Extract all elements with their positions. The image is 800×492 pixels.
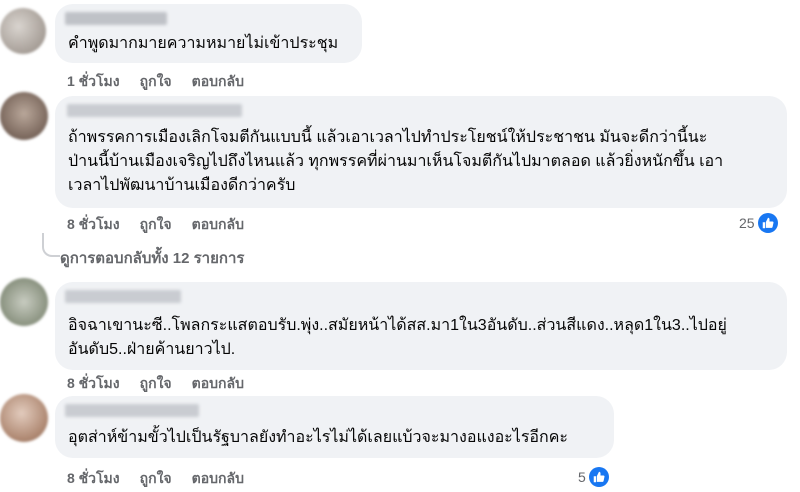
avatar[interactable] <box>0 92 48 140</box>
author-name-redacted[interactable] <box>65 290 181 303</box>
comment-bubble: อิจฉาเขานะซี..โพลกระแสตอบรับ.พุ่ง..สมัยห… <box>55 282 787 370</box>
comment-actions: 8 ชั่วโมง ถูกใจ ตอบกลับ <box>67 468 244 490</box>
comment-text: อุตส่าห์ข้ามขั้วไปเป็นรัฐบาลยังทำอะไรไม่… <box>68 429 568 446</box>
comment-actions: 8 ชั่วโมง ถูกใจ ตอบกลับ <box>67 373 244 395</box>
reaction-count-value: 5 <box>578 469 586 485</box>
avatar[interactable] <box>0 8 46 54</box>
avatar[interactable] <box>0 394 48 442</box>
comment-timestamp[interactable]: 8 ชั่วโมง <box>67 373 120 395</box>
view-replies-link[interactable]: ดูการตอบกลับทั้ง 12 รายการ <box>60 246 244 270</box>
avatar[interactable] <box>0 278 48 326</box>
like-button[interactable]: ถูกใจ <box>140 468 172 490</box>
comment-bubble: ถ้าพรรคการเมืองเลิกโจมตีกันแบบนี้ แล้วเอ… <box>55 96 787 208</box>
reaction-count-value: 25 <box>739 215 755 231</box>
reaction-count[interactable]: 25 <box>739 213 778 233</box>
thumbs-up-icon <box>588 467 609 487</box>
comment-text: อิจฉาเขานะซี..โพลกระแสตอบรับ.พุ่ง..สมัยห… <box>68 317 727 358</box>
comment-text: คำพูดมากมายความหมายไม่เข้าประชุม <box>68 35 339 52</box>
thumbs-up-icon <box>757 213 778 233</box>
reaction-count[interactable]: 5 <box>578 467 609 487</box>
like-button[interactable]: ถูกใจ <box>140 214 172 236</box>
like-button[interactable]: ถูกใจ <box>140 373 172 395</box>
author-name-redacted[interactable] <box>65 12 167 25</box>
comment-timestamp[interactable]: 1 ชั่วโมง <box>67 71 120 93</box>
reply-button[interactable]: ตอบกลับ <box>192 214 244 236</box>
author-name-redacted[interactable] <box>65 404 199 417</box>
reply-button[interactable]: ตอบกลับ <box>192 468 244 490</box>
comment-bubble: คำพูดมากมายความหมายไม่เข้าประชุม <box>55 4 362 63</box>
like-button[interactable]: ถูกใจ <box>140 71 172 93</box>
view-replies-label: ดูการตอบกลับทั้ง 12 รายการ <box>60 250 245 267</box>
comment-actions: 8 ชั่วโมง ถูกใจ ตอบกลับ <box>67 214 244 236</box>
comment-timestamp[interactable]: 8 ชั่วโมง <box>67 214 120 236</box>
comment-text: ถ้าพรรคการเมืองเลิกโจมตีกันแบบนี้ แล้วเอ… <box>68 129 724 194</box>
reply-button[interactable]: ตอบกลับ <box>192 373 244 395</box>
comment-actions: 1 ชั่วโมง ถูกใจ ตอบกลับ <box>67 71 244 93</box>
reply-thread-line <box>42 233 60 257</box>
comment-timestamp[interactable]: 8 ชั่วโมง <box>67 468 120 490</box>
comment-bubble: อุตส่าห์ข้ามขั้วไปเป็นรัฐบาลยังทำอะไรไม่… <box>55 396 614 458</box>
reply-button[interactable]: ตอบกลับ <box>192 71 244 93</box>
author-name-redacted[interactable] <box>67 104 242 117</box>
